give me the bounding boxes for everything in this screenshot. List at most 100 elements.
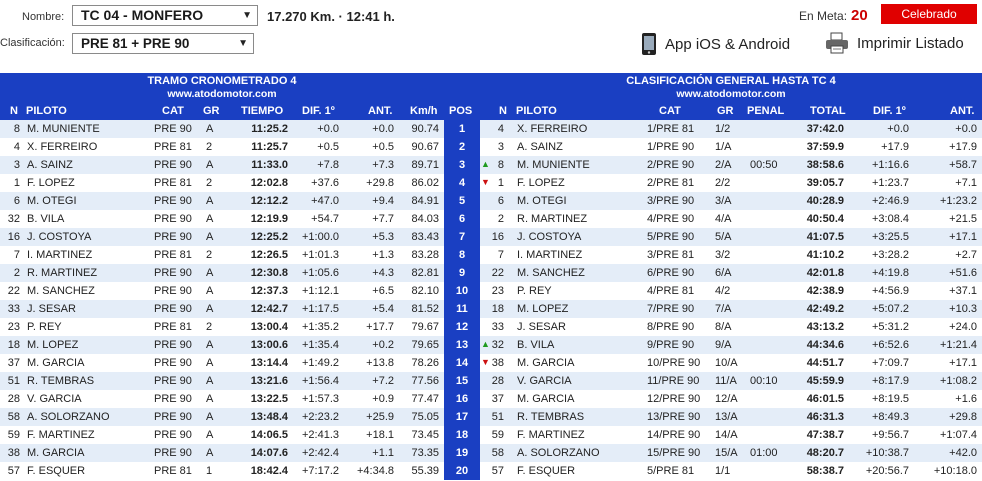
speed-kmh: 86.02 [411,177,439,189]
col-ant: ANT. [950,105,975,117]
group: 7/A [715,303,732,315]
position-down-icon: ▼ [481,177,490,187]
speed-kmh: 75.05 [411,411,439,423]
diff-first: +54.7 [311,213,339,225]
position-number: 2 [444,138,480,156]
speed-kmh: 79.65 [411,339,439,351]
category: PRE 90 [154,447,192,459]
diff-previous: +0.0 [372,123,394,135]
category: 2/PRE 81 [647,177,695,189]
car-number: 57 [7,465,20,477]
pos-column: 1 2 3 4 5 6 7 8 9 10 11 12 13 14 15 16 17 18 19 20 [444,120,480,480]
table-row: 38 M. GARCIA PRE 90 A 14:07.6 +2:42.4 +1.1 73.3… [0,444,444,462]
group: A [206,357,214,369]
col-total: TOTAL [810,105,846,117]
total-time: 45:59.9 [806,375,844,387]
diff-first: +0.5 [317,141,339,153]
table-row: 7 I. MARTINEZ 3/PRE 81 3/2 41:10.2 +3:28.2 +2.… [480,246,982,264]
stage-time: 13:22.5 [250,393,288,405]
col-n: N [10,105,18,117]
group: 2/A [715,159,732,171]
car-number: 8 [13,123,20,135]
table-row: 1 F. LOPEZ PRE 81 2 12:02.8 +37.6 +29.8 86.02 [0,174,444,192]
car-number: 7 [13,249,20,261]
car-number: 2 [497,213,504,225]
total-time: 42:38.9 [806,285,844,297]
category: PRE 90 [154,357,192,369]
driver-name: X. FERREIRO [517,123,588,135]
car-number: 28 [7,393,20,405]
car-number: 4 [13,141,20,153]
table-row: 22 M. SANCHEZ PRE 90 A 12:37.3 +1:12.1 +6.5 82.… [0,282,444,300]
diff-previous: +7.3 [372,159,394,171]
print-link[interactable]: Imprimir Listado [825,32,964,54]
category: PRE 90 [154,231,192,243]
diff-previous: +24.0 [949,321,977,333]
diff-first: +2:23.2 [301,411,339,423]
table-row: 6 M. OTEGI 3/PRE 90 3/A 40:28.9 +2:46.9 +1:23.… [480,192,982,210]
col-piloto: PILOTO [26,105,67,117]
table-row: 3 A. SAINZ PRE 90 A 11:33.0 +7.8 +7.3 89.71 [0,156,444,174]
car-number: 16 [7,231,20,243]
category: 13/PRE 90 [647,411,701,423]
driver-name: I. MARTINEZ [517,249,583,261]
position-number: 1 [444,120,480,138]
diff-first: +1:49.2 [301,357,339,369]
driver-name: M. OTEGI [27,195,77,207]
diff-previous: +10.3 [949,303,977,315]
group: A [206,303,214,315]
total-time: 44:51.7 [806,357,844,369]
position-number: 9 [444,264,480,282]
table-row: 32 B. VILA PRE 90 A 12:19.9 +54.7 +7.7 84.03 [0,210,444,228]
position-number: 3 [444,156,480,174]
table-row: 18 M. LOPEZ PRE 90 A 13:00.6 +1:35.4 +0.2 79.65 [0,336,444,354]
diff-previous: +51.6 [949,267,977,279]
speed-kmh: 89.71 [411,159,439,171]
total-time: 37:59.9 [806,141,844,153]
driver-name: R. TEMBRAS [517,411,585,423]
classification-select[interactable]: PRE 81 + PRE 90 ▼ [72,33,254,54]
table-row: 6 M. OTEGI PRE 90 A 12:12.2 +47.0 +9.4 84.91 [0,192,444,210]
table-row: 51 R. TEMBRAS 13/PRE 90 13/A 46:31.3 +8:49.3 +… [480,408,982,426]
diff-first: +7:17.2 [301,465,339,477]
total-time: 39:05.7 [806,177,844,189]
category: PRE 81 [154,249,192,261]
category: PRE 90 [154,195,192,207]
driver-name: R. TEMBRAS [27,375,95,387]
col-cat: CAT [659,105,681,117]
col-penal: PENAL [747,105,785,117]
group: A [206,447,214,459]
diff-previous: +1:08.2 [939,375,977,387]
table-row: ▲ 32 B. VILA 9/PRE 90 9/A 44:34.6 +6:52.6 +1:21… [480,336,982,354]
app-link[interactable]: App iOS & Android [641,32,790,56]
driver-name: A. SOLORZANO [27,411,110,423]
diff-previous: +17.1 [949,231,977,243]
app-link-label: App iOS & Android [665,35,791,53]
diff-first: +8:17.9 [871,375,909,387]
table-row: 57 F. ESQUER 5/PRE 81 1/1 58:38.7 +20:56.7 +10… [480,462,982,480]
diff-first: +4:56.9 [871,285,909,297]
driver-name: M. GARCIA [27,447,85,459]
col-dif: DIF. 1º [302,105,335,117]
diff-previous: +18.1 [366,429,394,441]
driver-name: M. LOPEZ [517,303,569,315]
driver-name: A. SOLORZANO [517,447,600,459]
diff-previous: +5.3 [372,231,394,243]
general-table-title: CLASIFICACIÓN GENERAL HASTA TC 4 [626,75,836,87]
col-piloto: PILOTO [516,105,557,117]
group: 13/A [715,411,738,423]
classification-select-value: PRE 81 + PRE 90 [81,36,190,51]
driver-name: F. MARTINEZ [27,429,95,441]
table-row: 59 F. MARTINEZ PRE 90 A 14:06.5 +2:41.3 +18.1 7… [0,426,444,444]
car-number: 22 [491,267,504,279]
diff-first: +7:09.7 [871,357,909,369]
diff-first: +1:01.3 [301,249,339,261]
group: 11/A [715,375,737,387]
table-row: 58 A. SOLORZANO PRE 90 A 13:48.4 +2:23.2 +25.9… [0,408,444,426]
diff-first: +8:49.3 [871,411,909,423]
diff-first: +1:16.6 [871,159,909,171]
status-button[interactable]: Celebrado [881,4,977,24]
car-number: 51 [7,375,20,387]
category: PRE 90 [154,429,192,441]
stage-select[interactable]: TC 04 - MONFERO ▼ [72,5,258,26]
